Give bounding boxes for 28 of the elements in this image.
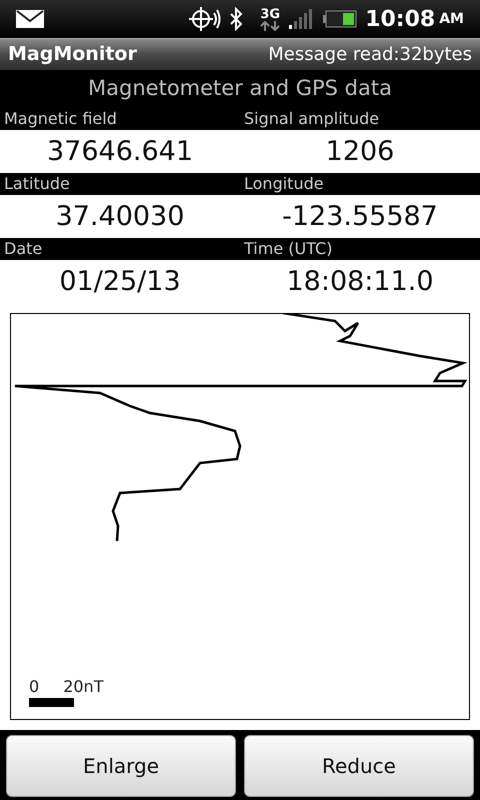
app-title: MagMonitor [8, 42, 137, 68]
reading-label: Magnetic field [4, 109, 117, 128]
reading-label: Latitude [4, 174, 70, 193]
reading-label: Signal amplitude [244, 109, 380, 128]
reading-label: Longitude [244, 174, 324, 193]
reading-value: -123.55587 [282, 201, 438, 232]
reading-value: 37.40030 [56, 201, 184, 232]
scale-bar [29, 698, 74, 707]
reading-label: Time (UTC) [244, 239, 332, 258]
network-label: 3G [260, 8, 280, 20]
mail-icon [16, 10, 44, 28]
gps-icon [187, 5, 222, 33]
bluetooth-icon [229, 7, 244, 31]
clock-period: AM [439, 10, 464, 28]
reading-label: Date [4, 239, 42, 258]
zoom-button[interactable]: Reduce [244, 735, 474, 797]
battery-icon [323, 10, 358, 28]
reading-value: 18:08:11.0 [286, 266, 434, 297]
data-arrows-icon [259, 20, 282, 30]
reading-value: 37646.641 [46, 136, 193, 167]
section-title: Magnetometer and GPS data [88, 75, 392, 102]
clock-time: 10:08 [365, 6, 436, 34]
reading-value: 1206 [326, 136, 394, 167]
reading-value: 01/25/13 [59, 266, 181, 297]
scale-zero: 0 [29, 679, 40, 695]
status-message: Message read:32bytes [268, 43, 472, 67]
scale-label: 20nT [63, 679, 104, 695]
zoom-button[interactable]: Enlarge [6, 735, 236, 797]
